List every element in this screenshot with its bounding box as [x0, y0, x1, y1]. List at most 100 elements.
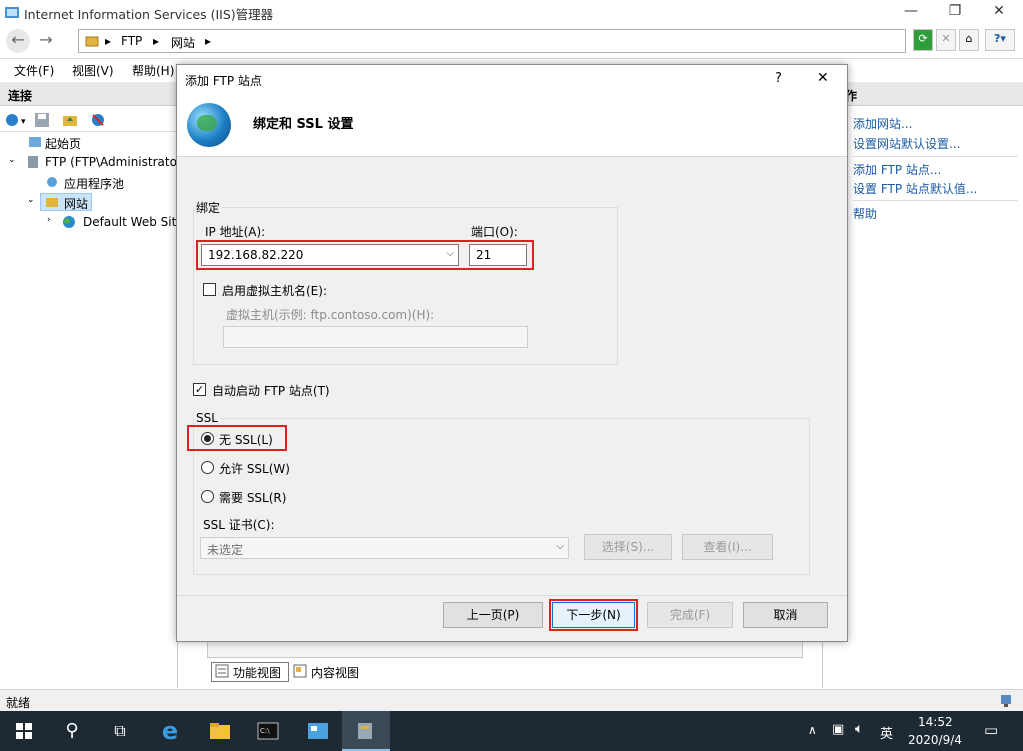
file-explorer-icon[interactable] [196, 711, 244, 751]
connections-header: 连接 [0, 82, 178, 106]
volume-icon[interactable]: 🔈︎ [855, 721, 863, 737]
connections-toolbar: ▾ [0, 108, 178, 132]
ime-indicator[interactable]: 英 [880, 723, 893, 742]
command-prompt-icon[interactable]: C:\ [244, 711, 292, 751]
ssl-require-radio[interactable] [201, 490, 214, 503]
ssl-cert-value: 未选定 [207, 543, 244, 557]
action-website-defaults[interactable]: 设置网站默认设置... [853, 135, 960, 152]
start-page-icon [29, 137, 41, 147]
ssl-select-button[interactable]: 选择(S)... [584, 534, 672, 560]
action-help[interactable]: 帮助 [853, 205, 877, 222]
app-pool-icon [47, 177, 57, 187]
home-icon[interactable]: ⌂ [959, 29, 979, 51]
iis-manager-taskbar-icon[interactable] [342, 711, 390, 751]
collapse-chevron-icon[interactable]: › [47, 215, 51, 225]
tree-item-app-pools[interactable]: 应用程序池 [64, 175, 124, 192]
vhost-checkbox[interactable] [203, 283, 216, 296]
sites-folder-icon [46, 198, 58, 207]
previous-button[interactable]: 上一页(P) [443, 602, 543, 628]
content-view-icon [293, 664, 307, 678]
tree-item-server[interactable]: FTP (FTP\Administrator [45, 155, 182, 169]
menu-help[interactable]: 帮助(H) [132, 62, 174, 79]
cancel-button[interactable]: 取消 [743, 602, 828, 628]
tray-chevron-up-icon[interactable]: ∧ [808, 723, 817, 737]
svg-text:C:\: C:\ [260, 727, 270, 735]
menu-view[interactable]: 视图(V) [72, 62, 114, 79]
vhost-input[interactable] [223, 326, 528, 348]
actions-divider [853, 156, 1018, 157]
finish-button[interactable]: 完成(F) [647, 602, 733, 628]
refresh-icon[interactable]: ⟳ [913, 29, 933, 51]
clock-date[interactable]: 2020/9/4 [908, 733, 962, 747]
dialog-titlebar: 添加 FTP 站点 ? ✕ [177, 65, 847, 93]
save-icon[interactable] [34, 112, 50, 128]
address-bar[interactable]: ▸ FTP ▸ 网站 ▸ [78, 29, 906, 53]
tab-content-view[interactable]: 内容视图 [311, 664, 359, 681]
action-ftp-defaults[interactable]: 设置 FTP 站点默认值... [853, 180, 977, 197]
highlight-next [549, 599, 638, 631]
ssl-view-button[interactable]: 查看(I)... [682, 534, 773, 560]
menu-file[interactable]: 文件(F) [14, 62, 54, 79]
svg-text:▾: ▾ [21, 117, 26, 127]
up-folder-icon[interactable] [62, 112, 78, 128]
ssl-cert-select[interactable]: 未选定 ⌵ [200, 537, 569, 559]
tab-features-view-label: 功能视图 [233, 666, 282, 680]
tree-item-start-page[interactable]: 起始页 [45, 135, 81, 152]
ssl-allow-label: 允许 SSL(W) [219, 462, 290, 476]
disconnect-icon[interactable] [90, 112, 106, 128]
binding-legend: 绑定 [196, 201, 221, 215]
actions-divider [853, 200, 1018, 201]
globe-icon [187, 103, 231, 147]
dialog-heading: 绑定和 SSL 设置 [253, 117, 354, 132]
autostart-checkbox[interactable]: ✓ [193, 383, 206, 396]
ssl-legend: SSL [196, 411, 218, 425]
task-view-icon[interactable]: ⧉ [96, 711, 144, 751]
close-button[interactable]: ✕ [977, 0, 1021, 24]
dialog-close-button[interactable]: ✕ [817, 70, 829, 86]
help-icon[interactable]: ?▾ [985, 29, 1015, 51]
dialog-header: 绑定和 SSL 设置 [177, 93, 847, 157]
tree-item-sites[interactable]: 网站 [64, 195, 88, 212]
notifications-icon[interactable]: ▭ [984, 721, 998, 739]
action-add-ftp-site[interactable]: 添加 FTP 站点... [853, 161, 941, 178]
highlight-binding [196, 240, 534, 270]
vhost-checkbox-label: 启用虚拟主机名(E): [222, 284, 327, 298]
status-text: 就绪 [6, 696, 31, 710]
ip-address-label: IP 地址(A): [205, 225, 266, 239]
breadcrumb-sites[interactable]: 网站 [171, 34, 195, 51]
dialog-help-button[interactable]: ? [775, 71, 782, 86]
connections-panel: 连接 ▾ 起始页 ⌄ FTP (FTP\Administrator 应用程序池 … [0, 82, 184, 688]
expand-chevron-icon[interactable]: ⌄ [27, 195, 35, 205]
footer-divider [177, 595, 847, 596]
horizontal-scrollbar[interactable] [207, 640, 803, 658]
chevron-down-icon: ⌵ [556, 541, 564, 552]
maximize-button[interactable]: ❐ [933, 0, 977, 24]
window-titlebar: Internet Information Services (IIS)管理器 —… [0, 0, 1023, 24]
features-view-icon [215, 664, 229, 678]
server-manager-icon[interactable] [294, 711, 342, 751]
network-icon[interactable]: ▣ [832, 722, 844, 737]
network-status-icon [1001, 695, 1011, 707]
action-add-website[interactable]: 添加网站... [853, 115, 912, 132]
navigation-bar: ← → ▸ FTP ▸ 网站 ▸ ⟳ ✕ ⌂ ?▾ [0, 24, 1023, 58]
search-icon[interactable]: ⚲ [48, 711, 96, 751]
breadcrumb-ftp[interactable]: FTP [121, 34, 142, 48]
ssl-allow-radio[interactable] [201, 461, 214, 474]
port-label: 端口(O): [471, 225, 518, 239]
status-bar: 就绪 [0, 689, 1023, 711]
internet-explorer-icon[interactable]: e [146, 711, 194, 751]
connect-icon[interactable]: ▾ [4, 112, 30, 128]
actions-header: 作 [823, 82, 1023, 106]
vhost-label: 虚拟主机(示例: ftp.contoso.com)(H): [226, 308, 435, 322]
stop-icon[interactable]: ✕ [936, 29, 956, 51]
forward-arrow-icon[interactable]: → [34, 29, 58, 53]
back-arrow-icon[interactable]: ← [6, 29, 30, 53]
minimize-button[interactable]: — [889, 0, 933, 24]
highlight-no-ssl [187, 425, 287, 451]
start-windows-icon[interactable] [0, 711, 48, 751]
breadcrumb-separator-icon: ▸ [153, 34, 160, 48]
ssl-cert-label: SSL 证书(C): [203, 518, 275, 532]
expand-chevron-icon[interactable]: ⌄ [8, 155, 16, 165]
clock-time[interactable]: 14:52 [918, 715, 953, 729]
tree-item-default-web-site[interactable]: Default Web Site [83, 215, 184, 229]
